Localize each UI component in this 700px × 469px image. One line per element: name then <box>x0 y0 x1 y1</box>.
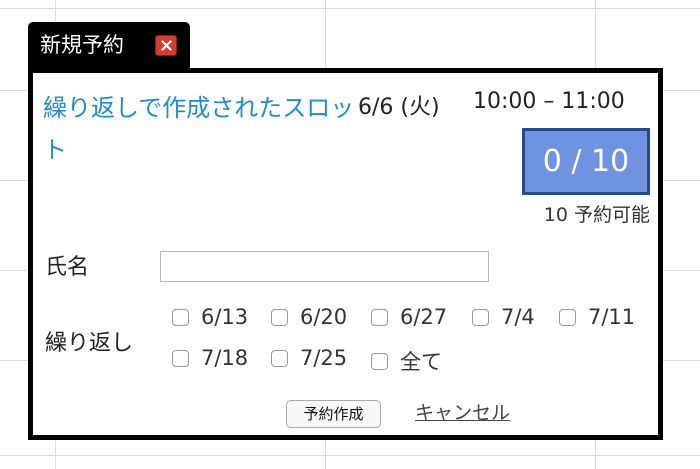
capacity-badge: 0 / 10 <box>522 128 650 195</box>
repeat-option[interactable]: 6/20 <box>271 305 347 329</box>
repeat-option[interactable]: 7/11 <box>559 305 635 329</box>
repeat-option[interactable]: 7/25 <box>271 346 347 370</box>
repeat-option-label: 7/4 <box>501 305 535 329</box>
repeat-option[interactable]: 全て <box>371 346 442 376</box>
repeat-option[interactable]: 6/13 <box>172 305 248 329</box>
repeat-option-label: 全て <box>400 350 442 374</box>
cancel-link[interactable]: キャンセル <box>415 400 510 426</box>
availability-text: 10 予約可能 <box>543 204 650 226</box>
repeat-label: 繰り返し <box>45 331 134 356</box>
repeat-checkbox[interactable] <box>472 308 489 326</box>
new-reservation-dialog: 繰り返しで作成されたスロット 6/6 (火) 10:00 – 11:00 0 /… <box>28 68 663 440</box>
slot-date: 6/6 (火) <box>358 95 440 120</box>
slot-title: 繰り返しで作成されたスロット <box>43 94 355 164</box>
slot-time: 10:00 – 11:00 <box>473 89 625 114</box>
close-button[interactable] <box>155 35 177 56</box>
name-label: 氏名 <box>45 255 90 280</box>
repeat-checkbox[interactable] <box>172 349 189 367</box>
dialog-title: 新規予約 <box>40 33 124 57</box>
repeat-checkbox[interactable] <box>271 349 288 367</box>
close-icon <box>161 40 172 51</box>
repeat-checkbox[interactable] <box>371 352 388 370</box>
repeat-option-label: 7/11 <box>588 305 636 329</box>
repeat-checkbox[interactable] <box>559 308 576 326</box>
name-input[interactable] <box>160 251 489 282</box>
repeat-option-label: 6/13 <box>201 305 249 329</box>
create-reservation-button[interactable]: 予約作成 <box>286 400 381 428</box>
repeat-option-label: 7/25 <box>300 346 348 370</box>
repeat-option[interactable]: 7/18 <box>172 346 248 370</box>
repeat-checkbox[interactable] <box>172 308 189 326</box>
repeat-option[interactable]: 7/4 <box>472 305 535 329</box>
repeat-option[interactable]: 6/27 <box>371 305 447 329</box>
repeat-checkbox[interactable] <box>371 308 388 326</box>
repeat-option-label: 6/20 <box>300 305 348 329</box>
repeat-option-label: 6/27 <box>400 305 448 329</box>
repeat-checkbox[interactable] <box>271 308 288 326</box>
dialog-tab: 新規予約 <box>28 22 190 70</box>
repeat-option-label: 7/18 <box>201 346 249 370</box>
